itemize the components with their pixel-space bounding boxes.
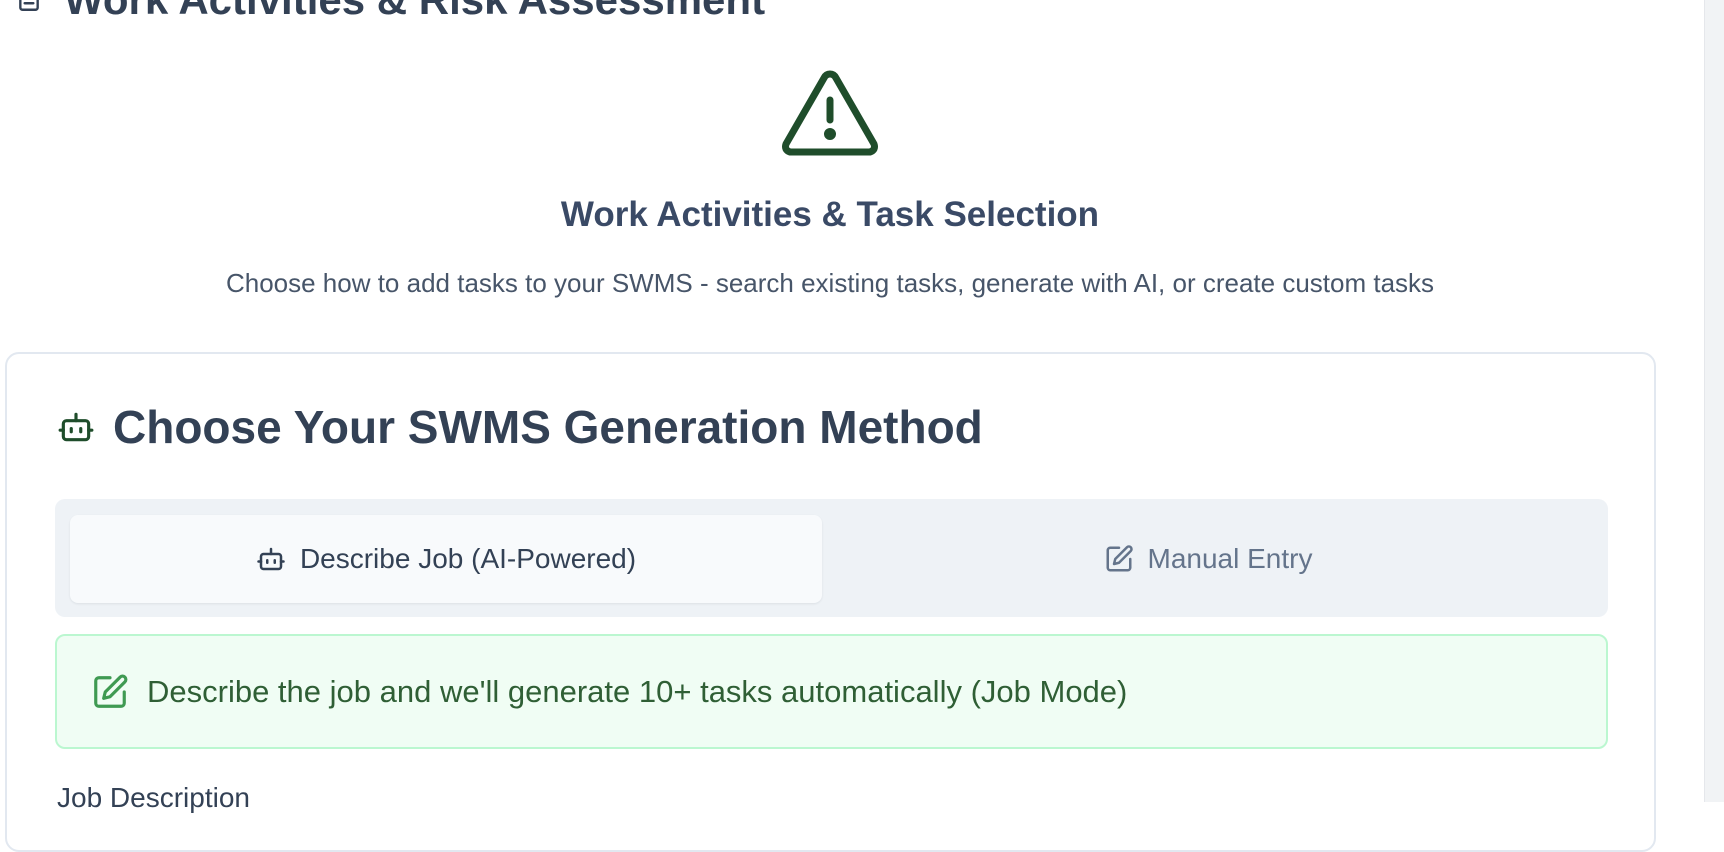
tab-describe-job-label: Describe Job (AI-Powered) xyxy=(299,543,637,574)
edit-icon xyxy=(94,674,128,708)
tab-describe-job[interactable]: Describe Job (AI-Powered) xyxy=(70,515,822,603)
page-scrollbar[interactable] xyxy=(1704,0,1724,802)
section-header: Work Activities & Risk Assessment xyxy=(16,0,765,24)
generation-method-card: Choose Your SWMS Generation Method Descr… xyxy=(5,352,1656,852)
tab-manual-entry[interactable]: Manual Entry xyxy=(822,515,1594,603)
robot-icon xyxy=(58,412,94,442)
robot-icon xyxy=(257,547,285,571)
job-description-label: Job Description xyxy=(57,782,250,813)
hero-title: Work Activities & Task Selection xyxy=(560,195,1100,234)
method-tabs: Describe Job (AI-Powered) Manual Entry xyxy=(55,499,1608,617)
card-title: Choose Your SWMS Generation Method xyxy=(57,400,983,454)
edit-icon xyxy=(1106,545,1133,572)
banner-text: Describe the job and we'll generate 10+ … xyxy=(147,673,1128,709)
clipboard-icon xyxy=(19,0,39,11)
tab-manual-entry-label: Manual Entry xyxy=(1147,543,1313,574)
job-mode-banner: Describe the job and we'll generate 10+ … xyxy=(55,634,1608,749)
warning-triangle-icon xyxy=(782,70,878,156)
section-title: Work Activities & Risk Assessment xyxy=(64,0,765,24)
hero-subtitle: Choose how to add tasks to your SWMS - s… xyxy=(225,268,1435,298)
card-title-text: Choose Your SWMS Generation Method xyxy=(113,401,983,453)
